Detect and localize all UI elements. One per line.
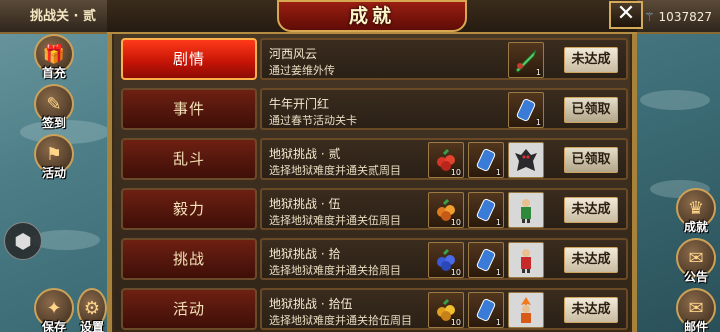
demon-portrait-icon[interactable] [508, 142, 544, 178]
save-button[interactable]: ✦ 保存 [30, 288, 78, 332]
reward-items: 1 [508, 42, 544, 78]
status-button[interactable]: 已领取 [564, 97, 618, 123]
dialog-header: 成就 ✕ [107, 0, 643, 34]
reward-items: 1 [508, 92, 544, 128]
status-button[interactable]: 未达成 [564, 47, 618, 73]
stage-indicator: 挑战关 · 贰 [0, 0, 112, 34]
achievement-desc: 选择地狱难度并通关拾伍周目 [269, 314, 412, 327]
achievement-row: 地狱挑战 · 贰 选择地狱难度并通关贰周目 10 1 已领取 [260, 138, 628, 180]
achievement-desc: 通过姜维外传 [269, 64, 335, 77]
settings-button[interactable]: ⚙ 设置 [76, 288, 108, 332]
status-button[interactable]: 未达成 [564, 297, 618, 323]
mail-button[interactable]: ✉ 邮件 [672, 288, 720, 332]
event-button[interactable]: ⚑ 活动 [30, 134, 78, 188]
achievement-dialog: 成就 ✕ 剧情 事件 乱斗 毅力 挑战 活动 河西风云 通过姜维外传 1 未达成… [107, 0, 643, 332]
achievement-desc: 选择地狱难度并通关拾周目 [269, 264, 401, 277]
close-icon: ✕ [616, 1, 636, 26]
blue-gem-icon[interactable]: 1 [508, 92, 544, 128]
achievement-title: 地狱挑战 · 拾伍 [269, 297, 353, 311]
achievement-row: 河西风云 通过姜维外传 1 未达成 [260, 38, 628, 80]
fire-warrior-portrait-icon[interactable] [508, 292, 544, 328]
fruit-icon[interactable]: 10 [428, 292, 464, 328]
dialog-title: 成就 [277, 0, 467, 32]
achievement-title: 地狱挑战 · 拾 [269, 247, 341, 261]
achievement-desc: 通过春节活动关卡 [269, 114, 357, 127]
reward-items: 10 1 [428, 142, 544, 178]
achievement-row: 牛年开门红 通过春节活动关卡 1 已领取 [260, 88, 628, 130]
achievement-row: 地狱挑战 · 伍 选择地狱难度并通关伍周目 10 1 未达成 [260, 188, 628, 230]
achievement-title: 地狱挑战 · 贰 [269, 147, 341, 161]
gold-icon: ⚚ [643, 10, 655, 24]
status-button[interactable]: 未达成 [564, 197, 618, 223]
tab-challenge[interactable]: 挑战 [121, 238, 257, 280]
currency-value: 1037827 [658, 10, 712, 24]
achievement-title: 地狱挑战 · 伍 [269, 197, 341, 211]
tab-event[interactable]: 事件 [121, 88, 257, 130]
blue-gem-icon[interactable]: 1 [468, 142, 504, 178]
fruit-icon[interactable]: 10 [428, 142, 464, 178]
jade-weapon-icon[interactable]: 1 [508, 42, 544, 78]
reward-items: 10 1 [428, 242, 544, 278]
tab-story[interactable]: 剧情 [121, 38, 257, 80]
first-recharge-button[interactable]: 🎁 首充 [30, 34, 78, 88]
reward-items: 10 1 [428, 192, 544, 228]
close-button[interactable]: ✕ [609, 1, 643, 29]
sign-in-button[interactable]: ✎ 签到 [30, 84, 78, 138]
fruit-icon[interactable]: 10 [428, 242, 464, 278]
blue-gem-icon[interactable]: 1 [468, 192, 504, 228]
tab-endurance[interactable]: 毅力 [121, 188, 257, 230]
reward-items: 10 1 [428, 292, 544, 328]
announcement-button[interactable]: ✉ 公告 [672, 238, 720, 292]
status-button[interactable]: 已领取 [564, 147, 618, 173]
tab-brawl[interactable]: 乱斗 [121, 138, 257, 180]
blue-gem-icon[interactable]: 1 [468, 292, 504, 328]
achievement-desc: 选择地狱难度并通关贰周目 [269, 164, 401, 177]
achievement-row: 地狱挑战 · 拾 选择地狱难度并通关拾周目 10 1 未达成 [260, 238, 628, 280]
tab-activity[interactable]: 活动 [121, 288, 257, 330]
red-warrior-portrait-icon[interactable] [508, 242, 544, 278]
green-warrior-portrait-icon[interactable] [508, 192, 544, 228]
category-tabs: 剧情 事件 乱斗 毅力 挑战 活动 [121, 38, 257, 332]
fruit-icon[interactable]: 10 [428, 192, 464, 228]
achievement-row: 地狱挑战 · 拾伍 选择地狱难度并通关拾伍周目 10 1 未达成 [260, 288, 628, 330]
cube-menu-icon[interactable]: ⬢ [4, 222, 42, 260]
achievement-desc: 选择地狱难度并通关伍周目 [269, 214, 401, 227]
achievement-button[interactable]: ♛ 成就 [672, 188, 720, 242]
blue-gem-icon[interactable]: 1 [468, 242, 504, 278]
achievement-list: 河西风云 通过姜维外传 1 未达成 牛年开门红 通过春节活动关卡 1 已领取 地… [260, 38, 628, 332]
status-button[interactable]: 未达成 [564, 247, 618, 273]
achievement-title: 牛年开门红 [269, 97, 330, 111]
achievement-title: 河西风云 [269, 47, 318, 61]
